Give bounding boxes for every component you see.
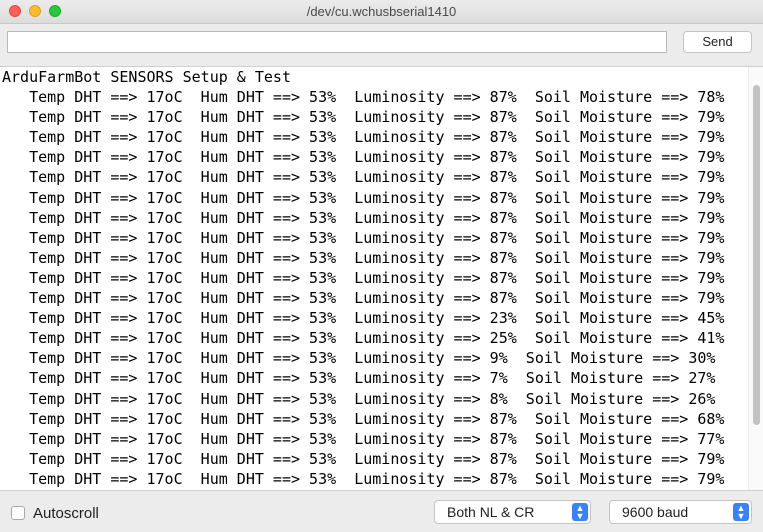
output-line: Temp DHT ==> 17oC Hum DHT ==> 53% Lumino… (2, 309, 725, 328)
line-ending-value: Both NL & CR (447, 504, 535, 520)
baud-rate-select[interactable]: 9600 baud ▲ ▼ (609, 500, 752, 524)
output-line: Temp DHT ==> 17oC Hum DHT ==> 53% Lumino… (2, 469, 725, 488)
output-line: Temp DHT ==> 17oC Hum DHT ==> 53% Lumino… (2, 128, 725, 147)
output-line: Temp DHT ==> 17oC Hum DHT ==> 53% Lumino… (2, 168, 725, 187)
send-button[interactable]: Send (683, 31, 752, 53)
output-header-line: ArduFarmBot SENSORS Setup & Test (2, 68, 291, 86)
serial-input[interactable] (7, 31, 667, 53)
send-bar: Send (0, 24, 763, 66)
up-down-chevron-icon: ▲ ▼ (733, 503, 749, 521)
title-bar: /dev/cu.wchusbserial1410 (0, 0, 763, 24)
output-line: Temp DHT ==> 17oC Hum DHT ==> 53% Lumino… (2, 289, 725, 308)
output-line: Temp DHT ==> 17oC Hum DHT ==> 53% Lumino… (2, 268, 725, 287)
baud-rate-value: 9600 baud (622, 504, 689, 520)
output-line: Temp DHT ==> 17oC Hum DHT ==> 53% Lumino… (2, 248, 725, 267)
output-line: Temp DHT ==> 17oC Hum DHT ==> 53% Lumino… (2, 148, 725, 167)
up-down-chevron-icon: ▲ ▼ (572, 503, 588, 521)
autoscroll-label: Autoscroll (33, 505, 99, 522)
output-line: Temp DHT ==> 17oC Hum DHT ==> 53% Lumino… (2, 329, 725, 348)
output-line: Temp DHT ==> 17oC Hum DHT ==> 53% Lumino… (2, 228, 725, 247)
output-lines: ArduFarmBot SENSORS Setup & Test Temp DH… (0, 67, 745, 489)
output-line: Temp DHT ==> 17oC Hum DHT ==> 53% Lumino… (2, 409, 725, 428)
line-ending-select[interactable]: Both NL & CR ▲ ▼ (434, 500, 591, 524)
output-line: Temp DHT ==> 17oC Hum DHT ==> 53% Lumino… (2, 88, 725, 107)
output-line: Temp DHT ==> 17oC Hum DHT ==> 53% Lumino… (2, 389, 716, 408)
output-line: Temp DHT ==> 17oC Hum DHT ==> 53% Lumino… (2, 429, 725, 448)
window-title: /dev/cu.wchusbserial1410 (306, 4, 457, 19)
scrollbar-thumb[interactable] (753, 85, 760, 425)
output-line: Temp DHT ==> 17oC Hum DHT ==> 53% Lumino… (2, 188, 725, 207)
output-line: Temp DHT ==> 17oC Hum DHT ==> 53% Lumino… (2, 369, 716, 388)
output-line: Temp DHT ==> 17oC Hum DHT ==> 53% Lumino… (2, 108, 725, 127)
output-line: Temp DHT ==> 17oC Hum DHT ==> 53% Lumino… (2, 208, 725, 227)
serial-output: ArduFarmBot SENSORS Setup & Test Temp DH… (0, 66, 763, 490)
footer-bar: Autoscroll Both NL & CR ▲ ▼ 9600 baud ▲ ▼ (0, 490, 763, 532)
output-line: Temp DHT ==> 17oC Hum DHT ==> 53% Lumino… (2, 349, 716, 368)
output-line: Temp DHT ==> 17oC Hum DHT ==> 53% Lumino… (2, 449, 725, 468)
autoscroll-checkbox[interactable] (11, 506, 25, 520)
vertical-scrollbar[interactable] (748, 67, 763, 490)
